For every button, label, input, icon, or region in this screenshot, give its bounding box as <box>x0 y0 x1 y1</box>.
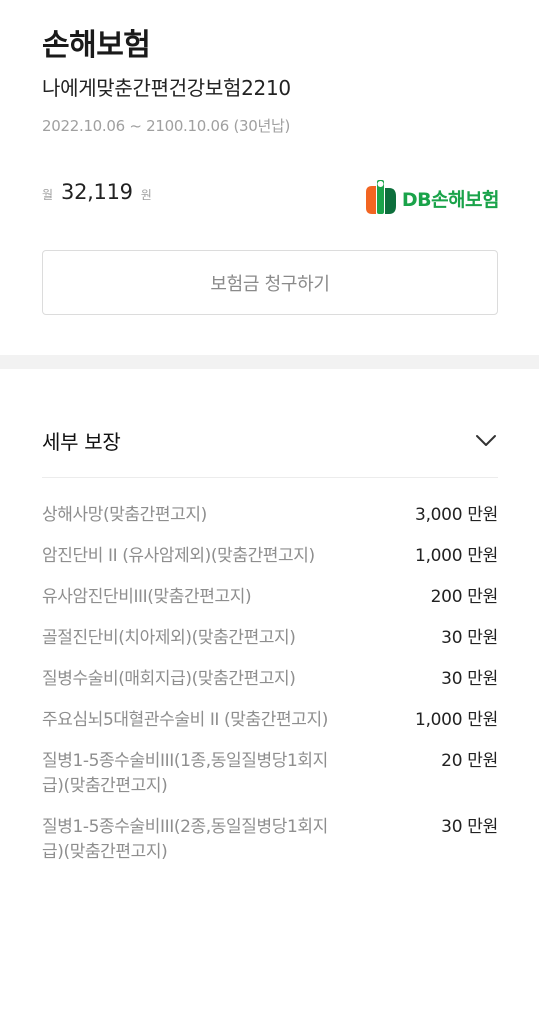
coverage-section-toggle[interactable]: 세부 보장 <box>42 420 498 460</box>
insurer-logo: DB손해보험 <box>364 178 500 218</box>
premium-prefix: 월 <box>42 188 54 202</box>
coverage-name: 상해사망(맞춤간편고지) <box>42 505 207 525</box>
chevron-down-icon[interactable] <box>474 428 498 452</box>
monthly-premium: 월 32,119 원 <box>42 180 152 204</box>
claim-insurance-button[interactable]: 보험금 청구하기 <box>42 250 498 315</box>
coverage-name: 골절진단비(치아제외)(맞춤간편고지) <box>42 628 296 648</box>
coverage-name: 질병1-5종수술비III(2종,동일질병당1회지급)(맞춤간편고지) <box>42 817 328 862</box>
coverage-amount: 20 만원 <box>441 751 498 771</box>
product-name: 나에게맞춘간편건강보험2210 <box>42 76 291 100</box>
insurer-logo-text: DB손해보험 <box>401 188 500 211</box>
coverage-item: 질병1-5종수술비III(2종,동일질병당1회지급)(맞춤간편고지) 30 만원 <box>42 815 498 865</box>
premium-amount: 32,119 <box>61 180 133 204</box>
premium-suffix: 원 <box>140 188 152 202</box>
coverage-item: 주요심뇌5대혈관수술비 II (맞춤간편고지) 1,000 만원 <box>42 708 498 733</box>
coverage-amount: 3,000 만원 <box>415 505 498 525</box>
coverage-amount: 200 만원 <box>430 587 499 607</box>
coverage-item: 질병1-5종수술비III(1종,동일질병당1회지급)(맞춤간편고지) 20 만원 <box>42 749 498 799</box>
coverage-name: 암진단비 II (유사암제외)(맞춤간편고지) <box>42 546 315 566</box>
coverage-list: 상해사망(맞춤간편고지) 3,000 만원 암진단비 II (유사암제외)(맞춤… <box>42 503 498 881</box>
coverage-name: 유사암진단비III(맞춤간편고지) <box>42 587 252 607</box>
coverage-item: 질병수술비(매회지급)(맞춤간편고지) 30 만원 <box>42 667 498 692</box>
coverage-amount: 1,000 만원 <box>415 546 498 566</box>
coverage-amount: 1,000 만원 <box>415 710 498 730</box>
insurance-category-title: 손해보험 <box>42 28 151 63</box>
coverage-period: 2022.10.06 ~ 2100.10.06 (30년납) <box>42 117 291 135</box>
coverage-item: 상해사망(맞춤간편고지) 3,000 만원 <box>42 503 498 528</box>
policy-detail-page: 손해보험 나에게맞춘간편건강보험2210 2022.10.06 ~ 2100.1… <box>0 0 539 1024</box>
section-divider <box>0 355 539 369</box>
coverage-name: 질병수술비(매회지급)(맞춤간편고지) <box>42 669 296 689</box>
coverage-header-divider <box>42 477 498 478</box>
coverage-item: 유사암진단비III(맞춤간편고지) 200 만원 <box>42 585 498 610</box>
coverage-item: 골절진단비(치아제외)(맞춤간편고지) 30 만원 <box>42 626 498 651</box>
coverage-name: 주요심뇌5대혈관수술비 II (맞춤간편고지) <box>42 710 328 730</box>
coverage-name: 질병1-5종수술비III(1종,동일질병당1회지급)(맞춤간편고지) <box>42 751 328 796</box>
coverage-section-title: 세부 보장 <box>42 429 121 454</box>
coverage-item: 암진단비 II (유사암제외)(맞춤간편고지) 1,000 만원 <box>42 544 498 569</box>
coverage-amount: 30 만원 <box>441 669 498 689</box>
db-logo-mark-icon <box>365 180 396 214</box>
coverage-amount: 30 만원 <box>441 628 498 648</box>
coverage-amount: 30 만원 <box>441 817 498 837</box>
